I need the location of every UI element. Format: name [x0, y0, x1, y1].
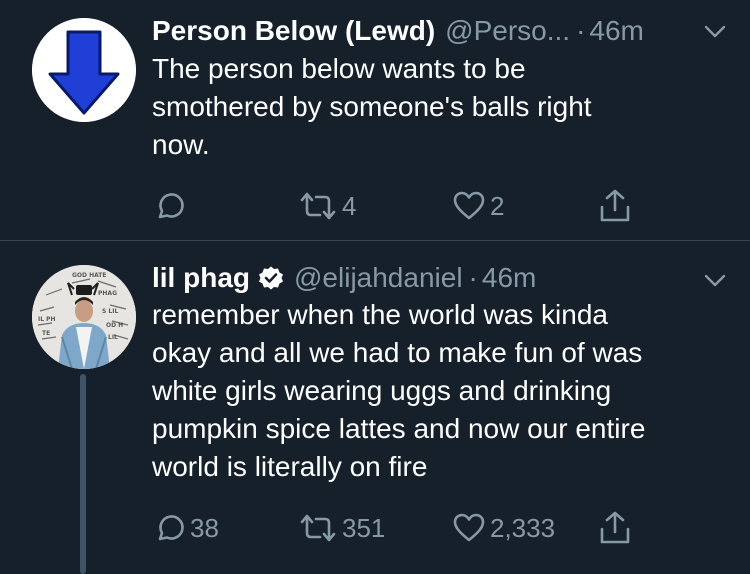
- user-handle[interactable]: @Perso...: [445, 15, 570, 47]
- svg-text:S LIL: S LIL: [102, 308, 118, 315]
- tweet-header: lil phag @elijahdaniel · 46m: [152, 262, 722, 294]
- retweet-icon: [300, 514, 336, 542]
- separator-dot: ·: [576, 15, 586, 46]
- reply-button[interactable]: [152, 186, 190, 226]
- like-count: 2: [490, 190, 505, 221]
- display-name[interactable]: lil phag: [152, 262, 250, 294]
- tweet-text-line: now.: [152, 129, 210, 160]
- tweet-1[interactable]: Person Below (Lewd) @Perso... · 46m The …: [0, 0, 750, 240]
- svg-text:IL PH: IL PH: [38, 316, 56, 323]
- retweet-button[interactable]: 4: [298, 186, 356, 226]
- tweet-text-line: remember when the world was kinda: [152, 299, 608, 330]
- verified-badge-icon: [259, 266, 283, 290]
- heart-icon: [453, 513, 485, 542]
- blue-down-arrow-icon: [32, 18, 136, 122]
- display-name[interactable]: Person Below (Lewd): [152, 15, 435, 47]
- like-button[interactable]: 2: [452, 186, 504, 226]
- retweet-icon: [300, 192, 336, 220]
- like-count: 2,333: [490, 512, 556, 543]
- user-handle[interactable]: @elijahdaniel: [294, 262, 463, 294]
- retweet-count: 351: [342, 512, 386, 543]
- share-icon: [600, 189, 630, 222]
- like-button[interactable]: 2,333: [452, 508, 555, 548]
- tweet-actions: 38 351 2,333: [152, 508, 712, 548]
- avatar[interactable]: GOD HATE PHAG S LIL IL PH OD H TE LIL: [32, 265, 136, 369]
- tweet-text-line: white girls wearing uggs and drinking: [152, 375, 612, 406]
- svg-text:GOD HATE: GOD HATE: [72, 272, 107, 279]
- thread-connector: [80, 374, 86, 574]
- reply-count: 38: [190, 512, 219, 543]
- tweet-text-line: smothered by someone's balls right: [152, 91, 592, 122]
- tweet-header: Person Below (Lewd) @Perso... · 46m: [152, 15, 722, 47]
- tweet-2[interactable]: GOD HATE PHAG S LIL IL PH OD H TE LIL li…: [0, 241, 750, 574]
- heart-icon: [453, 191, 485, 220]
- tweet-text-line: pumpkin spice lattes and now our entire: [152, 413, 646, 444]
- profile-photo: GOD HATE PHAG S LIL IL PH OD H TE LIL: [32, 265, 136, 369]
- chevron-down-icon[interactable]: [702, 18, 728, 44]
- svg-text:TE: TE: [42, 330, 50, 337]
- avatar[interactable]: [32, 18, 136, 122]
- svg-text:PHAG: PHAG: [98, 290, 117, 297]
- timestamp[interactable]: 46m: [482, 262, 536, 294]
- share-button[interactable]: [598, 508, 632, 548]
- tweet-actions: 4 2: [152, 186, 712, 226]
- timestamp[interactable]: 46m: [589, 15, 643, 47]
- tweet-text-line: The person below wants to be: [152, 53, 526, 84]
- svg-text:OD H: OD H: [106, 322, 123, 329]
- reply-icon: [158, 515, 184, 541]
- tweet-text-line: world is literally on fire: [152, 451, 428, 482]
- svg-text:LIL: LIL: [108, 334, 118, 341]
- chevron-down-icon[interactable]: [702, 267, 728, 293]
- tweet-text: The person below wants to be smothered b…: [152, 50, 712, 164]
- retweet-count: 4: [342, 190, 357, 221]
- share-button[interactable]: [598, 186, 632, 226]
- reply-icon: [158, 193, 184, 219]
- tweet-text: remember when the world was kinda okay a…: [152, 296, 732, 486]
- retweet-button[interactable]: 351: [298, 508, 385, 548]
- separator-dot: ·: [468, 262, 478, 293]
- share-icon: [600, 511, 630, 544]
- tweet-text-line: okay and all we had to make fun of was: [152, 337, 643, 368]
- reply-button[interactable]: 38: [152, 508, 219, 548]
